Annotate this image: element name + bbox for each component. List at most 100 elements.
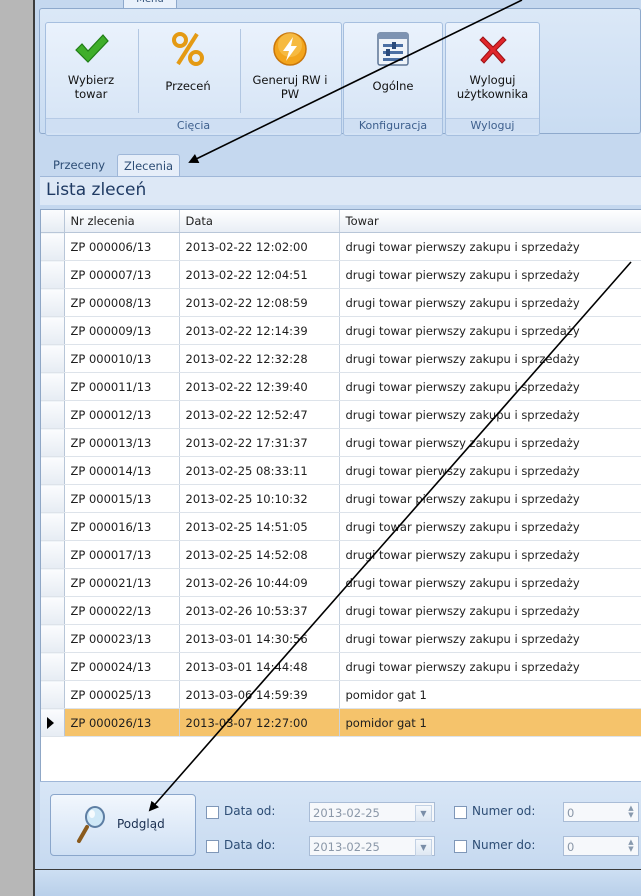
orders-grid[interactable]: Nr zlecenia Data Towar ZP 000006/13 2013-… (40, 209, 641, 783)
row-selector[interactable] (41, 540, 65, 569)
row-selector[interactable] (41, 624, 65, 653)
cell-data[interactable]: 2013-03-01 14:30:56 (179, 624, 340, 653)
cell-towar[interactable]: drugi towar pierwszy zakupu i sprzedaży (339, 512, 641, 541)
cell-data[interactable]: 2013-02-22 17:31:37 (179, 428, 340, 457)
cell-data[interactable]: 2013-02-25 14:51:05 (179, 512, 340, 541)
table-row[interactable]: ZP 000008/13 2013-02-22 12:08:59 drugi tow… (41, 288, 641, 317)
row-selector[interactable] (41, 708, 65, 737)
cell-nr-zlecenia[interactable]: ZP 000012/13 (64, 400, 180, 429)
data-od-checkbox[interactable] (206, 806, 219, 819)
cell-nr-zlecenia[interactable]: ZP 000021/13 (64, 568, 180, 597)
cell-towar[interactable]: drugi towar pierwszy zakupu i sprzedaży (339, 624, 641, 653)
numer-od-checkbox[interactable] (454, 806, 467, 819)
cell-data[interactable]: 2013-03-06 14:59:39 (179, 680, 340, 709)
table-row[interactable]: ZP 000013/13 2013-02-22 17:31:37 drugi tow… (41, 428, 641, 457)
cell-data[interactable]: 2013-02-25 10:10:32 (179, 484, 340, 513)
row-selector[interactable] (41, 652, 65, 681)
cell-nr-zlecenia[interactable]: ZP 000016/13 (64, 512, 180, 541)
table-row[interactable]: ZP 000015/13 2013-02-25 10:10:32 drugi tow… (41, 484, 641, 513)
tab-zlecenia[interactable]: Zlecenia (117, 154, 181, 177)
row-selector[interactable] (41, 568, 65, 597)
row-selector[interactable] (41, 596, 65, 625)
chevron-down-icon[interactable]: ▼ (415, 839, 432, 856)
table-row[interactable]: ZP 000023/13 2013-03-01 14:30:56 drugi tow… (41, 624, 641, 653)
cell-nr-zlecenia[interactable]: ZP 000025/13 (64, 680, 180, 709)
table-row[interactable]: ZP 000025/13 2013-03-06 14:59:39 pomidor g… (41, 680, 641, 709)
cell-data[interactable]: 2013-03-07 12:27:00 (179, 708, 340, 737)
table-row[interactable]: ZP 000026/13 2013-03-07 12:27:00 pomidor g… (41, 708, 641, 737)
cell-nr-zlecenia[interactable]: ZP 000006/13 (64, 232, 180, 261)
cell-data[interactable]: 2013-02-22 12:08:59 (179, 288, 340, 317)
cell-towar[interactable]: pomidor gat 1 (339, 708, 641, 737)
table-row[interactable]: ZP 000010/13 2013-02-22 12:32:28 drugi tow… (41, 344, 641, 373)
table-row[interactable]: ZP 000011/13 2013-02-22 12:39:40 drugi tow… (41, 372, 641, 401)
tab-przeceny[interactable]: Przeceny (47, 154, 111, 176)
column-header-nr-zlecenia[interactable]: Nr zlecenia (64, 210, 180, 233)
cell-towar[interactable]: drugi towar pierwszy zakupu i sprzedaży (339, 232, 641, 261)
table-row[interactable]: ZP 000017/13 2013-02-25 14:52:08 drugi tow… (41, 540, 641, 569)
cell-data[interactable]: 2013-03-01 14:44:48 (179, 652, 340, 681)
cell-towar[interactable]: drugi towar pierwszy zakupu i sprzedaży (339, 652, 641, 681)
data-od-input[interactable]: 2013-02-25 ▼ (309, 802, 435, 822)
table-row[interactable]: ZP 000024/13 2013-03-01 14:44:48 drugi tow… (41, 652, 641, 681)
row-selector[interactable] (41, 512, 65, 541)
spinner-icon[interactable]: ▲ ▼ (625, 805, 637, 820)
przecen-button[interactable]: Przeceń (140, 27, 236, 113)
numer-do-checkbox[interactable] (454, 840, 467, 853)
cell-data[interactable]: 2013-02-22 12:32:28 (179, 344, 340, 373)
row-selector[interactable] (41, 260, 65, 289)
row-selector[interactable] (41, 316, 65, 345)
chevron-down-icon[interactable]: ▼ (415, 805, 432, 822)
cell-towar[interactable]: drugi towar pierwszy zakupu i sprzedaży (339, 428, 641, 457)
cell-towar[interactable]: drugi towar pierwszy zakupu i sprzedaży (339, 344, 641, 373)
cell-towar[interactable]: drugi towar pierwszy zakupu i sprzedaży (339, 260, 641, 289)
cell-data[interactable]: 2013-02-26 10:53:37 (179, 596, 340, 625)
spinner-icon[interactable]: ▲ ▼ (625, 839, 637, 854)
cell-nr-zlecenia[interactable]: ZP 000023/13 (64, 624, 180, 653)
cell-nr-zlecenia[interactable]: ZP 000022/13 (64, 596, 180, 625)
row-selector[interactable] (41, 372, 65, 401)
cell-towar[interactable]: drugi towar pierwszy zakupu i sprzedaży (339, 568, 641, 597)
row-selector[interactable] (41, 400, 65, 429)
cell-data[interactable]: 2013-02-22 12:04:51 (179, 260, 340, 289)
cell-data[interactable]: 2013-02-26 10:44:09 (179, 568, 340, 597)
row-selector[interactable] (41, 232, 65, 261)
row-selector[interactable] (41, 428, 65, 457)
row-selector-header[interactable] (41, 210, 65, 233)
table-row[interactable]: ZP 000012/13 2013-02-22 12:52:47 drugi tow… (41, 400, 641, 429)
column-header-towar[interactable]: Towar (339, 210, 641, 233)
numer-do-input[interactable]: 0 ▲ ▼ (563, 836, 639, 856)
table-row[interactable]: ZP 000006/13 2013-02-22 12:02:00 drugi tow… (41, 232, 641, 261)
cell-data[interactable]: 2013-02-22 12:02:00 (179, 232, 340, 261)
wybierz-towar-button[interactable]: Wybierz towar (48, 27, 134, 113)
data-do-checkbox[interactable] (206, 840, 219, 853)
cell-nr-zlecenia[interactable]: ZP 000017/13 (64, 540, 180, 569)
wyloguj-uzytkownika-button[interactable]: Wyloguj użytkownika (448, 27, 537, 113)
data-do-input[interactable]: 2013-02-25 ▼ (309, 836, 435, 856)
ogolne-button[interactable]: Ogólne (346, 27, 440, 113)
cell-nr-zlecenia[interactable]: ZP 000024/13 (64, 652, 180, 681)
table-row[interactable]: ZP 000014/13 2013-02-25 08:33:11 drugi tow… (41, 456, 641, 485)
row-selector[interactable] (41, 456, 65, 485)
cell-towar[interactable]: drugi towar pierwszy zakupu i sprzedaży (339, 400, 641, 429)
row-selector[interactable] (41, 680, 65, 709)
cell-towar[interactable]: drugi towar pierwszy zakupu i sprzedaży (339, 372, 641, 401)
cell-towar[interactable]: drugi towar pierwszy zakupu i sprzedaży (339, 596, 641, 625)
cell-towar[interactable]: pomidor gat 1 (339, 680, 641, 709)
table-row[interactable]: ZP 000007/13 2013-02-22 12:04:51 drugi tow… (41, 260, 641, 289)
cell-nr-zlecenia[interactable]: ZP 000011/13 (64, 372, 180, 401)
row-selector[interactable] (41, 344, 65, 373)
cell-towar[interactable]: drugi towar pierwszy zakupu i sprzedaży (339, 288, 641, 317)
cell-nr-zlecenia[interactable]: ZP 000009/13 (64, 316, 180, 345)
table-row[interactable]: ZP 000021/13 2013-02-26 10:44:09 drugi tow… (41, 568, 641, 597)
cell-data[interactable]: 2013-02-22 12:39:40 (179, 372, 340, 401)
cell-nr-zlecenia[interactable]: ZP 000026/13 (64, 708, 180, 737)
cell-nr-zlecenia[interactable]: ZP 000008/13 (64, 288, 180, 317)
cell-data[interactable]: 2013-02-25 08:33:11 (179, 456, 340, 485)
cell-towar[interactable]: drugi towar pierwszy zakupu i sprzedaży (339, 456, 641, 485)
cell-towar[interactable]: drugi towar pierwszy zakupu i sprzedaży (339, 316, 641, 345)
podglad-button[interactable]: Podgląd (50, 794, 196, 856)
cell-data[interactable]: 2013-02-22 12:14:39 (179, 316, 340, 345)
cell-data[interactable]: 2013-02-25 14:52:08 (179, 540, 340, 569)
cell-nr-zlecenia[interactable]: ZP 000010/13 (64, 344, 180, 373)
